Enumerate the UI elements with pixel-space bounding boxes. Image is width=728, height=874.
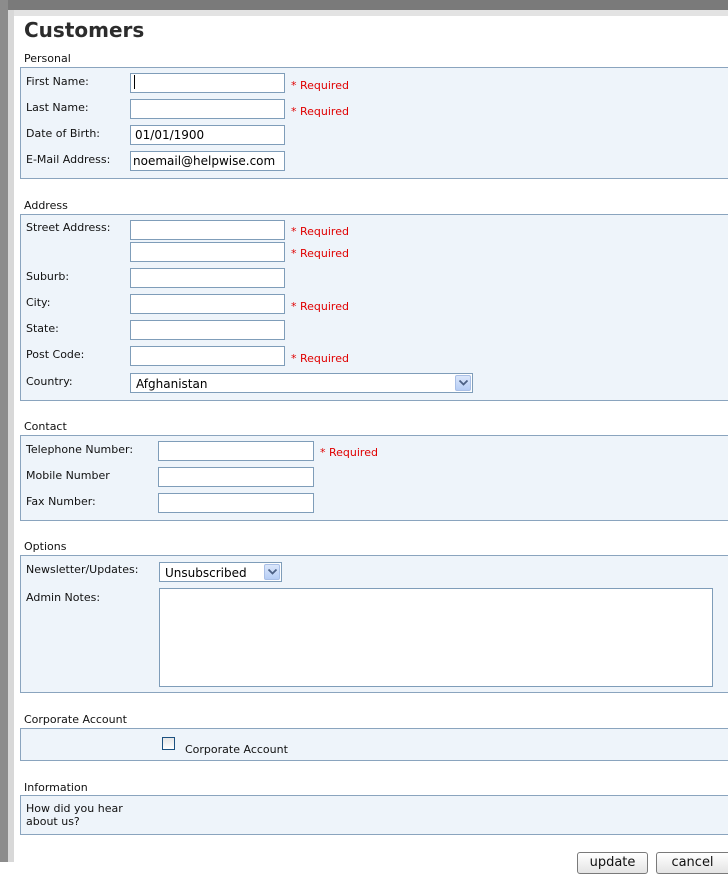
hear-about-us-label-line1: How did you hear bbox=[26, 802, 123, 815]
dob-label: Date of Birth: bbox=[26, 127, 101, 140]
country-label: Country: bbox=[26, 375, 73, 388]
suburb-input[interactable] bbox=[130, 268, 285, 288]
section-label-personal: Personal bbox=[24, 52, 71, 65]
admin-notes-textarea[interactable] bbox=[159, 588, 713, 687]
city-input[interactable] bbox=[130, 294, 285, 314]
first-name-label: First Name: bbox=[26, 75, 89, 88]
fax-label: Fax Number: bbox=[26, 495, 96, 508]
section-personal bbox=[20, 67, 728, 179]
section-corporate bbox=[20, 728, 728, 761]
post-code-label: Post Code: bbox=[26, 348, 85, 361]
newsletter-select[interactable]: Unsubscribed bbox=[159, 562, 282, 582]
cancel-button[interactable]: cancel bbox=[656, 852, 728, 874]
chevron-down-icon[interactable] bbox=[455, 375, 471, 391]
city-label: City: bbox=[26, 296, 51, 309]
window-frame-left bbox=[0, 0, 8, 862]
section-label-contact: Contact bbox=[24, 420, 67, 433]
section-information bbox=[20, 795, 728, 835]
state-input[interactable] bbox=[130, 320, 285, 340]
suburb-label: Suburb: bbox=[26, 270, 70, 283]
first-name-required: * Required bbox=[291, 79, 349, 92]
newsletter-select-value: Unsubscribed bbox=[165, 566, 247, 580]
section-label-address: Address bbox=[24, 199, 68, 212]
section-label-information: Information bbox=[24, 781, 88, 794]
dob-input[interactable] bbox=[130, 125, 285, 145]
chevron-down-icon[interactable] bbox=[264, 564, 280, 580]
corporate-account-checkbox[interactable] bbox=[162, 737, 175, 750]
fax-input[interactable] bbox=[158, 493, 314, 513]
street-address-input[interactable] bbox=[130, 220, 285, 240]
mobile-label: Mobile Number bbox=[26, 469, 110, 482]
email-label: E-Mail Address: bbox=[26, 153, 111, 166]
last-name-required: * Required bbox=[291, 105, 349, 118]
hear-about-us-label-line2: about us? bbox=[26, 815, 80, 828]
street-address-line2-required: * Required bbox=[291, 247, 349, 260]
email-input[interactable] bbox=[130, 151, 285, 171]
admin-notes-label: Admin Notes: bbox=[26, 591, 101, 604]
mobile-input[interactable] bbox=[158, 467, 314, 487]
street-address-label: Street Address: bbox=[26, 221, 111, 234]
newsletter-label: Newsletter/Updates: bbox=[26, 563, 139, 576]
country-select-value: Afghanistan bbox=[136, 377, 208, 391]
section-label-options: Options bbox=[24, 540, 67, 553]
window-frame-left-inner bbox=[8, 10, 14, 862]
telephone-input[interactable] bbox=[158, 441, 314, 461]
post-code-required: * Required bbox=[291, 352, 349, 365]
telephone-required: * Required bbox=[320, 446, 378, 459]
telephone-label: Telephone Number: bbox=[26, 443, 134, 456]
page-title: Customers bbox=[24, 18, 145, 42]
first-name-input[interactable] bbox=[130, 73, 285, 93]
text-cursor bbox=[134, 75, 135, 89]
city-required: * Required bbox=[291, 300, 349, 313]
state-label: State: bbox=[26, 322, 59, 335]
last-name-label: Last Name: bbox=[26, 101, 89, 114]
window-frame-top bbox=[0, 0, 728, 10]
street-address-required: * Required bbox=[291, 225, 349, 238]
update-button[interactable]: update bbox=[577, 852, 648, 874]
window-frame-top-inner bbox=[8, 10, 728, 16]
corporate-account-checkbox-label: Corporate Account bbox=[185, 743, 288, 756]
last-name-input[interactable] bbox=[130, 99, 285, 119]
country-select[interactable]: Afghanistan bbox=[130, 373, 473, 393]
post-code-input[interactable] bbox=[130, 346, 285, 366]
section-label-corporate: Corporate Account bbox=[24, 713, 127, 726]
street-address-line2-input[interactable] bbox=[130, 242, 285, 262]
